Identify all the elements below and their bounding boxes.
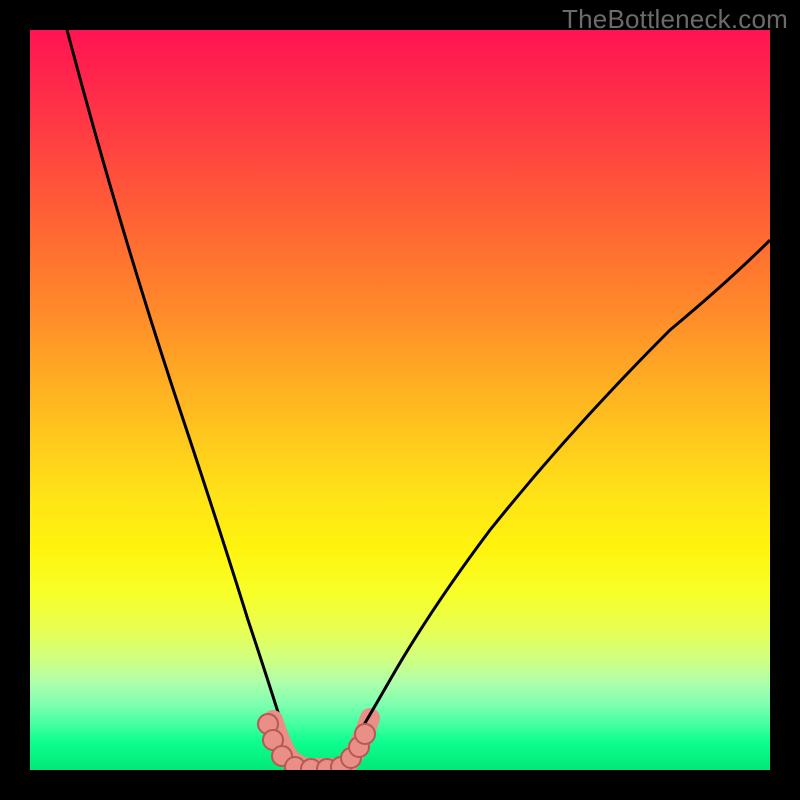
curve-left <box>67 30 298 765</box>
plot-area <box>30 30 770 770</box>
dot <box>355 724 375 744</box>
curve-right <box>340 240 770 765</box>
watermark-text: TheBottleneck.com <box>562 4 788 35</box>
bottleneck-curve <box>30 30 770 770</box>
chart-frame: TheBottleneck.com <box>0 0 800 800</box>
curve-dots <box>258 714 375 770</box>
